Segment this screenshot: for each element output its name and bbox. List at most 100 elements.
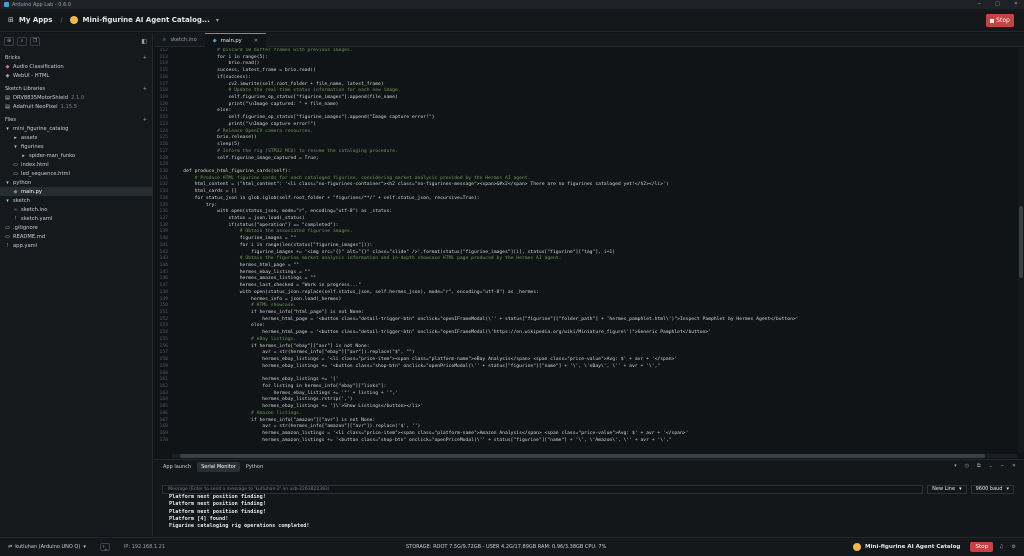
app-logo-icon: [4, 2, 9, 7]
add-brick-icon[interactable]: +: [143, 55, 147, 61]
file-tree-item[interactable]: ▭ index.html: [0, 160, 152, 169]
code-editor[interactable]: 112 113 114 115 116 117 118 119 120 121 122 123 124 1…: [154, 48, 1018, 453]
code-line: with open(status_json.replace(self.statu…: [172, 289, 539, 295]
clock-icon[interactable]: ◷: [965, 463, 969, 469]
line-number: 137: [159, 215, 168, 221]
chevron-down-icon: ▾: [959, 486, 962, 492]
add-file-icon[interactable]: +: [143, 117, 147, 123]
tab-app-launch[interactable]: App launch: [159, 462, 195, 472]
file-tree-item[interactable]: ∞ sketch.ino: [0, 205, 152, 214]
file-tree-item[interactable]: ▾ figurines: [0, 142, 152, 151]
baud-rate-select[interactable]: 9600 baud ▾: [970, 484, 1014, 494]
serial-message-input[interactable]: Message (Enter to send a message to 'kut…: [162, 484, 924, 494]
code-line: hermes_html_page = "": [172, 263, 299, 268]
editor-horizontal-scrollbar[interactable]: [172, 454, 1017, 458]
line-number: 141: [159, 242, 168, 248]
ip-address: IP: 192.168.1.21: [123, 544, 166, 550]
copy-icon[interactable]: ❐: [30, 36, 40, 46]
minimize-icon[interactable]: ─: [978, 1, 981, 7]
close-panel-icon[interactable]: ✕: [1012, 463, 1016, 469]
line-number: 162: [159, 383, 168, 389]
file-tree-item[interactable]: ! app.yaml: [0, 241, 152, 250]
editor-vertical-scrollbar[interactable]: [1018, 48, 1024, 453]
line-number: 159: [159, 363, 168, 369]
ino-file-icon: ∞: [13, 206, 18, 213]
board-selector[interactable]: ⇌ kutluhan (Arduino UNO Q) ▾: [8, 544, 86, 550]
library-item[interactable]: ▤ Adafruit NeoPixel 1.15.5: [0, 102, 152, 111]
code-line: html_cards = []: [172, 189, 237, 195]
chevron-down-icon[interactable]: ⌄: [989, 463, 993, 469]
code-line: # Discard 10 buffer frames with previous…: [172, 48, 353, 53]
yaml-file-icon: !: [14, 215, 17, 222]
file-tree-item[interactable]: ▾ python: [0, 178, 152, 187]
file-tree-item[interactable]: ! sketch.yaml: [0, 214, 152, 223]
file-tree-item[interactable]: ▾ sketch: [0, 196, 152, 205]
my-apps-link[interactable]: My Apps: [19, 16, 53, 24]
code-line: if(success):: [172, 74, 252, 80]
app-header: ⊞ My Apps / Mini-figurine AI Agent Catal…: [0, 9, 1024, 32]
markdown-file-icon: ▭: [5, 233, 10, 240]
chevron-down-icon: ▾: [6, 179, 9, 186]
close-icon[interactable]: ✕: [1014, 1, 1018, 7]
scrollbar-thumb[interactable]: [180, 454, 985, 458]
line-number: 133: [159, 189, 168, 195]
code-line: brio.release(): [172, 135, 257, 141]
code-content[interactable]: # Discard 10 buffer frames with previous…: [172, 48, 1018, 444]
file-tree-item[interactable]: ▭ .gitignore: [0, 223, 152, 232]
file-tree-item-selected[interactable]: ◆ main.py: [0, 187, 152, 196]
apps-grid-icon[interactable]: ⊞: [8, 16, 14, 24]
split-icon[interactable]: ⧉: [977, 463, 981, 469]
file-tree-item[interactable]: ▾ mini_figurine_catalog: [0, 124, 152, 133]
line-number-gutter: 112 113 114 115 116 117 118 119 120 121 122 123 124 1…: [154, 48, 168, 453]
code-line: figurine_images = "": [172, 236, 297, 242]
app-name[interactable]: Mini-figurine AI Agent Catalog...: [82, 16, 209, 24]
window-title: Arduino App Lab - 0.6.0: [12, 1, 72, 8]
scrollbar-thumb[interactable]: [1019, 206, 1023, 278]
brick-item[interactable]: ◆ WebUI - HTML: [0, 71, 152, 80]
serial-line: Figurine cataloging rig operations compl…: [169, 523, 310, 530]
add-library-icon[interactable]: +: [143, 86, 147, 92]
search-icon[interactable]: ⌕: [17, 36, 27, 46]
tab-sketch-ino[interactable]: ∞ sketch.ino: [154, 33, 205, 47]
line-ending-select[interactable]: New Line ▾: [927, 484, 967, 494]
code-line: hermes_ebay_listings += ']\'>Show Listin…: [172, 404, 424, 410]
line-number: 129: [159, 162, 168, 168]
serial-line: Platform next position finding!: [169, 508, 266, 515]
status-stop-button[interactable]: Stop: [970, 542, 994, 552]
line-number: 148: [159, 289, 168, 295]
tab-serial-monitor[interactable]: Serial Monitor: [197, 461, 240, 472]
terminal-icon[interactable]: ›_: [99, 543, 110, 551]
brick-item[interactable]: ◆ Audio Classification: [0, 62, 152, 71]
stop-button[interactable]: Stop: [986, 14, 1014, 27]
maximize-icon[interactable]: □: [995, 1, 1000, 7]
chevron-down-icon[interactable]: ▾: [954, 463, 957, 469]
code-line: # Obtain the figurine market analysis in…: [172, 256, 562, 262]
line-number: 155: [159, 336, 168, 342]
file-tree-item[interactable]: ▭ led_sequence.html: [0, 169, 152, 178]
file-tree-item[interactable]: ▭ README.md: [0, 232, 152, 241]
line-number: 112: [159, 48, 168, 53]
file-tree-item[interactable]: ▸ spider-man_funko: [0, 151, 152, 160]
new-file-icon[interactable]: ⊕: [4, 36, 14, 46]
code-line: sleep(5): [172, 142, 240, 148]
chevron-down-icon: ▾: [6, 197, 9, 204]
collapse-sidebar-icon[interactable]: ◧: [141, 38, 147, 45]
chevron-down-icon[interactable]: ▾: [216, 17, 219, 24]
gear-icon[interactable]: ⚙: [1012, 544, 1016, 550]
bricks-header: Bricks +: [5, 54, 147, 61]
tab-python[interactable]: Python: [242, 462, 267, 472]
chevron-down-icon: ▾: [1006, 486, 1009, 492]
ino-file-icon: ∞: [162, 37, 167, 43]
tab-main-py[interactable]: ◆ main.py ✕: [204, 33, 267, 47]
code-line: print("\nImage captured: " + file_name): [172, 101, 339, 107]
line-number: 169: [159, 430, 168, 436]
bell-icon[interactable]: ♫: [999, 544, 1003, 550]
file-tree-item[interactable]: ▸ assets: [0, 133, 152, 142]
libraries-header: Sketch Libraries +: [5, 85, 147, 92]
minimize-panel-icon[interactable]: ─: [1001, 463, 1004, 469]
library-item[interactable]: ▤ DRV8835MotorShield 2.1.0: [0, 93, 152, 102]
panel-actions: ▾ ◷ ⧉ ⌄ ─ ✕: [954, 463, 1016, 469]
chevron-right-icon: ▸: [22, 152, 25, 159]
close-tab-icon[interactable]: ✕: [254, 38, 258, 44]
